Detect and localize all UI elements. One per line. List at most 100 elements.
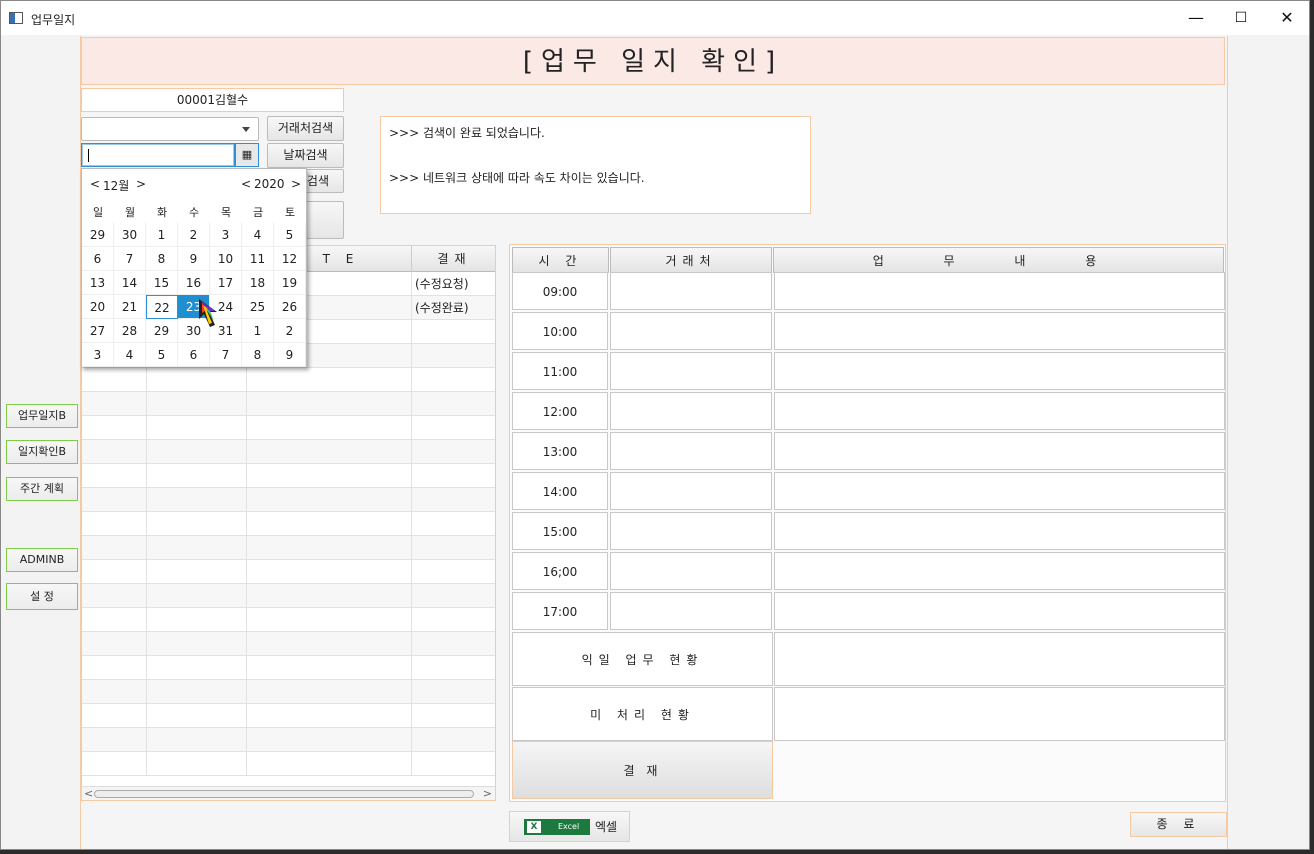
- calendar-day[interactable]: 2: [274, 319, 306, 343]
- prev-month-icon[interactable]: <: [90, 177, 100, 191]
- calendar-day[interactable]: 1: [146, 223, 178, 247]
- table-row[interactable]: [82, 368, 495, 392]
- prev-year-icon[interactable]: <: [241, 177, 251, 191]
- work-content-field[interactable]: [774, 432, 1225, 470]
- date-input[interactable]: [81, 143, 235, 167]
- table-row[interactable]: [82, 536, 495, 560]
- excel-export-button[interactable]: X Excel 엑셀: [509, 811, 630, 842]
- work-content-field[interactable]: [774, 352, 1225, 390]
- work-content-field[interactable]: [774, 392, 1225, 430]
- table-row[interactable]: [82, 752, 495, 776]
- calendar-day[interactable]: 9: [274, 343, 306, 367]
- work-content-field[interactable]: [774, 512, 1225, 550]
- calendar-day[interactable]: 7: [114, 247, 146, 271]
- client-field[interactable]: [610, 592, 772, 630]
- horizontal-scrollbar[interactable]: < >: [82, 786, 495, 800]
- pending-field[interactable]: [774, 687, 1225, 741]
- table-row[interactable]: [82, 392, 495, 416]
- table-row[interactable]: [82, 704, 495, 728]
- nav-log-check-button[interactable]: 일지확인B: [6, 440, 78, 464]
- calendar-day[interactable]: 3: [82, 343, 114, 367]
- client-field[interactable]: [610, 552, 772, 590]
- maximize-icon[interactable]: ☐: [1218, 5, 1264, 31]
- work-content-field[interactable]: [774, 472, 1225, 510]
- table-row[interactable]: [82, 488, 495, 512]
- table-row[interactable]: [82, 464, 495, 488]
- nav-weekly-plan-button[interactable]: 주간 계획: [6, 477, 78, 501]
- calendar-day[interactable]: 27: [82, 319, 114, 343]
- calendar-day[interactable]: 6: [178, 343, 210, 367]
- calendar-day[interactable]: 26: [274, 295, 306, 319]
- calendar-day[interactable]: 5: [146, 343, 178, 367]
- close-icon[interactable]: ✕: [1264, 5, 1309, 31]
- column-header[interactable]: 결재: [412, 246, 495, 272]
- next-day-field[interactable]: [774, 632, 1225, 686]
- calendar-day[interactable]: 29: [146, 319, 178, 343]
- date-search-button[interactable]: 날짜검색: [267, 143, 344, 168]
- calendar-day[interactable]: 17: [210, 271, 242, 295]
- table-row[interactable]: [82, 632, 495, 656]
- table-row[interactable]: [82, 512, 495, 536]
- calendar-day[interactable]: 6: [82, 247, 114, 271]
- table-row[interactable]: [82, 416, 495, 440]
- table-row[interactable]: [82, 656, 495, 680]
- scroll-thumb[interactable]: [94, 790, 474, 798]
- calendar-day[interactable]: 7: [210, 343, 242, 367]
- work-content-field[interactable]: [774, 312, 1225, 350]
- calendar-day[interactable]: 13: [82, 271, 114, 295]
- client-combo[interactable]: [81, 117, 259, 141]
- client-search-button[interactable]: 거래처검색: [267, 116, 344, 141]
- work-content-field[interactable]: [774, 552, 1225, 590]
- client-field[interactable]: [610, 392, 772, 430]
- table-row[interactable]: [82, 680, 495, 704]
- minimize-icon[interactable]: —: [1173, 5, 1219, 31]
- nav-settings-button[interactable]: 설 정: [6, 583, 78, 610]
- calendar-day[interactable]: 9: [178, 247, 210, 271]
- nav-work-log-button[interactable]: 업무일지B: [6, 404, 78, 428]
- calendar-day[interactable]: 8: [242, 343, 274, 367]
- calendar-day[interactable]: 22: [146, 295, 178, 319]
- client-field[interactable]: [610, 512, 772, 550]
- calendar-day[interactable]: 2: [178, 223, 210, 247]
- calendar-day[interactable]: 5: [274, 223, 306, 247]
- approve-button[interactable]: 결 재: [512, 741, 773, 799]
- calendar-day[interactable]: 14: [114, 271, 146, 295]
- calendar-day[interactable]: 16: [178, 271, 210, 295]
- table-row[interactable]: [82, 728, 495, 752]
- work-content-field[interactable]: [774, 272, 1225, 310]
- calendar-day[interactable]: 10: [210, 247, 242, 271]
- scroll-right-icon[interactable]: >: [483, 787, 492, 800]
- table-row[interactable]: [82, 584, 495, 608]
- calendar-day[interactable]: 18: [242, 271, 274, 295]
- calendar-icon[interactable]: ▦: [235, 143, 259, 167]
- scroll-left-icon[interactable]: <: [84, 787, 93, 800]
- calendar-day[interactable]: 8: [146, 247, 178, 271]
- calendar-day[interactable]: 25: [242, 295, 274, 319]
- calendar-day[interactable]: 19: [274, 271, 306, 295]
- table-row[interactable]: [82, 560, 495, 584]
- calendar-day[interactable]: 21: [114, 295, 146, 319]
- calendar-day[interactable]: 29: [82, 223, 114, 247]
- nav-admin-button[interactable]: ADMINB: [6, 548, 78, 572]
- next-year-icon[interactable]: >: [291, 177, 301, 191]
- calendar-day[interactable]: 1: [242, 319, 274, 343]
- client-field[interactable]: [610, 272, 772, 310]
- calendar-day[interactable]: 28: [114, 319, 146, 343]
- calendar-day[interactable]: 12: [274, 247, 306, 271]
- client-field[interactable]: [610, 312, 772, 350]
- calendar-day[interactable]: 4: [242, 223, 274, 247]
- calendar-day[interactable]: 3: [210, 223, 242, 247]
- calendar-day[interactable]: 15: [146, 271, 178, 295]
- calendar-day[interactable]: 30: [114, 223, 146, 247]
- client-field[interactable]: [610, 472, 772, 510]
- calendar-day[interactable]: 20: [82, 295, 114, 319]
- next-month-icon[interactable]: >: [136, 177, 146, 191]
- table-row[interactable]: [82, 608, 495, 632]
- calendar-day[interactable]: 11: [242, 247, 274, 271]
- calendar-day[interactable]: 4: [114, 343, 146, 367]
- client-field[interactable]: [610, 352, 772, 390]
- work-content-field[interactable]: [774, 592, 1225, 630]
- exit-button[interactable]: 종 료: [1130, 812, 1227, 837]
- client-field[interactable]: [610, 432, 772, 470]
- table-row[interactable]: [82, 440, 495, 464]
